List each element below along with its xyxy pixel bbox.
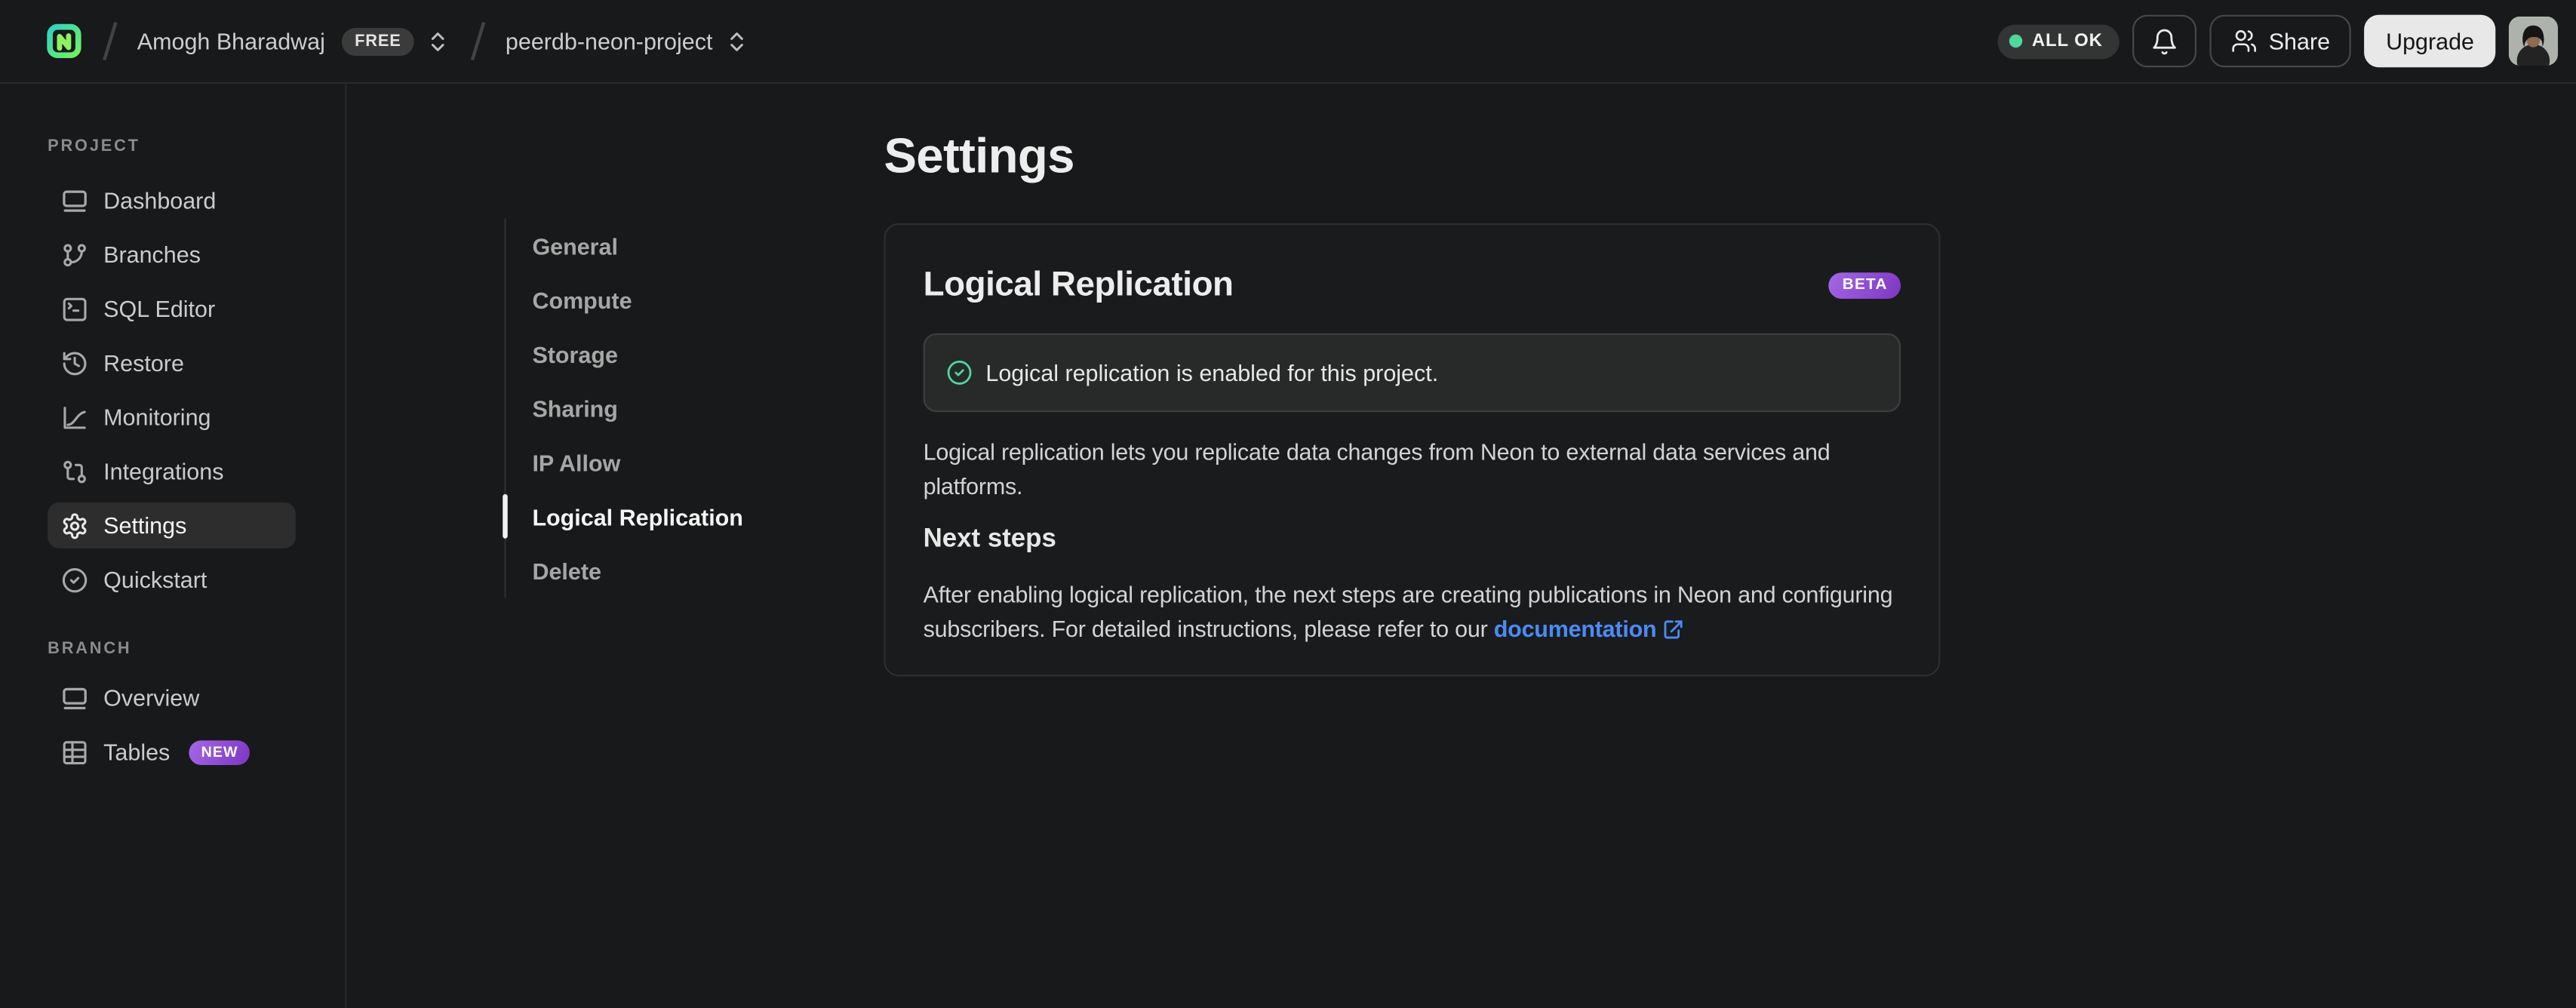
- card-header: Logical Replication BETA: [924, 263, 1901, 307]
- documentation-link[interactable]: documentation: [1494, 616, 1657, 642]
- subnav-item-general[interactable]: General: [506, 218, 743, 272]
- share-button[interactable]: Share: [2209, 14, 2352, 68]
- replication-enabled-alert: Logical replication is enabled for this …: [923, 333, 1901, 413]
- topbar: Amogh Bharadwaj FREE peerdb-neon-project…: [0, 0, 2576, 84]
- window-icon: [61, 684, 89, 711]
- next-steps-text: After enabling logical replication, the …: [923, 581, 1893, 642]
- breadcrumb-separator: [103, 21, 117, 60]
- integrations-icon: [61, 457, 89, 485]
- chevrons-up-down-icon: [426, 29, 450, 54]
- sidebar-item-label: SQL Editor: [103, 295, 216, 322]
- subnav-item-compute[interactable]: Compute: [506, 272, 743, 327]
- subnav-item-sharing[interactable]: Sharing: [506, 381, 743, 435]
- check-circle-icon: [946, 360, 973, 386]
- chart-icon: [61, 403, 89, 431]
- subnav-item-storage[interactable]: Storage: [506, 327, 743, 381]
- sidebar-section-project: PROJECT: [48, 137, 140, 156]
- sidebar-item-label: Branches: [103, 241, 201, 268]
- sidebar-project-list: Dashboard Branches SQL Editor Restore Mo…: [0, 177, 345, 603]
- sidebar-branch-list: Overview Tables NEW: [0, 675, 345, 775]
- sidebar-item-quickstart[interactable]: Quickstart: [48, 557, 296, 603]
- share-label: Share: [2268, 27, 2331, 54]
- sidebar-item-label: Overview: [103, 684, 200, 711]
- logical-replication-card: Logical Replication BETA Logical replica…: [884, 223, 1941, 677]
- sidebar: PROJECT Dashboard Branches SQL Editor Re…: [0, 83, 347, 1008]
- sidebar-section-branch: BRANCH: [48, 640, 132, 659]
- new-badge: NEW: [189, 739, 250, 764]
- sidebar-item-overview[interactable]: Overview: [48, 675, 296, 721]
- ok-dot-icon: [2009, 34, 2022, 48]
- history-icon: [61, 349, 89, 376]
- beta-badge: BETA: [1829, 272, 1901, 298]
- alert-text: Logical replication is enabled for this …: [985, 359, 1439, 386]
- sidebar-item-dashboard[interactable]: Dashboard: [48, 177, 296, 223]
- sidebar-item-restore[interactable]: Restore: [48, 340, 296, 386]
- avatar[interactable]: [2508, 16, 2559, 66]
- sidebar-item-label: Restore: [103, 349, 184, 376]
- terminal-icon: [61, 295, 89, 323]
- sidebar-item-sql-editor[interactable]: SQL Editor: [48, 286, 296, 332]
- table-icon: [61, 738, 89, 766]
- notifications-button[interactable]: [2132, 14, 2196, 68]
- subnav-item-logical-replication[interactable]: Logical Replication: [503, 489, 743, 543]
- chevrons-up-down-icon: [724, 29, 749, 54]
- page-title: Settings: [884, 129, 1074, 184]
- breadcrumb-separator: [471, 21, 485, 60]
- check-circle-icon: [61, 566, 89, 594]
- plan-badge: FREE: [341, 26, 415, 55]
- git-branch-icon: [61, 241, 89, 269]
- sidebar-item-label: Tables: [103, 739, 171, 765]
- project-name: peerdb-neon-project: [505, 27, 713, 54]
- bell-icon: [2150, 27, 2178, 55]
- sidebar-item-integrations[interactable]: Integrations: [48, 448, 296, 494]
- sidebar-item-tables[interactable]: Tables NEW: [48, 729, 296, 775]
- main-content: Settings Logical Replication BETA Logica…: [884, 127, 1941, 677]
- card-title: Logical Replication: [923, 266, 1234, 304]
- neon-logo-icon[interactable]: [46, 21, 82, 60]
- users-icon: [2231, 28, 2258, 54]
- upgrade-button[interactable]: Upgrade: [2364, 14, 2496, 68]
- sidebar-item-label: Settings: [103, 512, 187, 539]
- sidebar-item-monitoring[interactable]: Monitoring: [48, 394, 296, 440]
- sidebar-item-branches[interactable]: Branches: [48, 232, 296, 278]
- sidebar-item-settings[interactable]: Settings: [48, 502, 296, 549]
- gear-icon: [61, 512, 89, 539]
- status-badge[interactable]: ALL OK: [1997, 23, 2120, 59]
- subnav-item-delete[interactable]: Delete: [506, 543, 743, 598]
- status-label: ALL OK: [2031, 31, 2103, 51]
- replication-description: Logical replication lets you replicate d…: [923, 438, 1831, 499]
- next-steps-heading: Next steps: [923, 525, 1056, 554]
- topbar-actions: ALL OK Share Upgrade: [1997, 14, 2559, 68]
- org-breadcrumb[interactable]: Amogh Bharadwaj FREE: [137, 26, 450, 55]
- neon-console: Amogh Bharadwaj FREE peerdb-neon-project…: [0, 0, 2576, 1008]
- next-steps-paragraph: After enabling logical replication, the …: [924, 578, 1901, 647]
- org-name: Amogh Bharadwaj: [137, 27, 325, 54]
- dashboard-icon: [61, 186, 89, 214]
- settings-subnav: General Compute Storage Sharing IP Allow…: [503, 218, 743, 598]
- external-link-icon[interactable]: [1663, 619, 1684, 640]
- sidebar-item-label: Quickstart: [103, 566, 207, 593]
- project-breadcrumb[interactable]: peerdb-neon-project: [506, 28, 749, 54]
- sidebar-item-label: Integrations: [103, 458, 224, 484]
- sidebar-item-label: Monitoring: [103, 404, 211, 431]
- subnav-item-ip-allow[interactable]: IP Allow: [506, 435, 743, 490]
- sidebar-item-label: Dashboard: [103, 187, 217, 214]
